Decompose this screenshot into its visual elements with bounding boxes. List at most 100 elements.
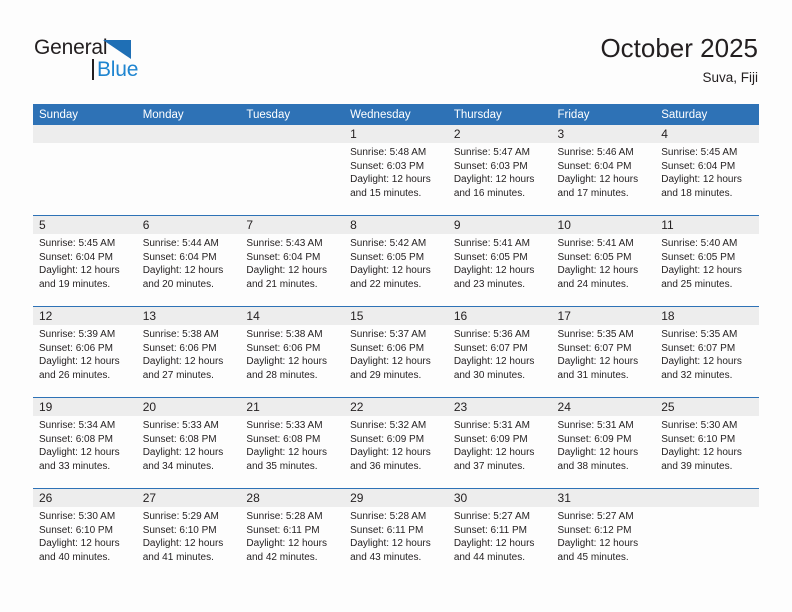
sunrise-text: Sunrise: 5:33 AM (246, 420, 323, 431)
calendar-day-cell[interactable]: 22 Sunrise: 5:32 AM Sunset: 6:09 PM Dayligh… (344, 397, 448, 489)
calendar-day-cell[interactable]: 20 Sunrise: 5:33 AM Sunset: 6:08 PM Dayligh… (136, 397, 241, 489)
sunset-text: Sunset: 6:08 PM (39, 433, 113, 445)
sunrise-text: Sunrise: 5:38 AM (246, 329, 323, 340)
sunset-text: Sunset: 6:10 PM (142, 524, 217, 536)
sunset-text: Sunset: 6:08 PM (246, 433, 321, 445)
day-number: 25 (655, 398, 759, 416)
daylight-text-line2: and 40 minutes. (39, 551, 111, 563)
sunset-text: Sunset: 6:10 PM (661, 433, 736, 445)
calendar-day-cell[interactable]: 17 Sunrise: 5:35 AM Sunset: 6:07 PM Dayligh… (551, 306, 656, 398)
sunrise-text: Sunrise: 5:35 AM (557, 329, 634, 340)
daylight-text-line2: and 16 minutes. (453, 187, 525, 199)
sunrise-text: Sunrise: 5:31 AM (453, 420, 530, 431)
calendar-day-cell[interactable]: 26 Sunrise: 5:30 AM Sunset: 6:10 PM Dayligh… (33, 488, 137, 579)
calendar-day-cell[interactable]: 28 Sunrise: 5:28 AM Sunset: 6:11 PM Dayligh… (240, 488, 345, 579)
calendar-day-cell[interactable]: 16 Sunrise: 5:36 AM Sunset: 6:07 PM Dayligh… (447, 306, 552, 398)
calendar-day-cell[interactable]: 29 Sunrise: 5:28 AM Sunset: 6:11 PM Dayligh… (344, 488, 448, 579)
calendar-day-cell[interactable]: 27 Sunrise: 5:29 AM Sunset: 6:10 PM Dayligh… (136, 488, 241, 579)
calendar-day-cell[interactable]: 1 Sunrise: 5:48 AM Sunset: 6:03 PM Daylight… (344, 125, 448, 216)
day-number: 17 (551, 307, 656, 325)
calendar-day-cell[interactable]: 3 Sunrise: 5:46 AM Sunset: 6:04 PM Daylight… (551, 125, 656, 216)
calendar-body: 1 Sunrise: 5:48 AM Sunset: 6:03 PM Daylight… (33, 125, 759, 579)
daylight-text-line1: Daylight: 12 hours (142, 356, 224, 368)
daylight-text-line1: Daylight: 12 hours (557, 356, 639, 368)
daylight-text-line2: and 38 minutes. (557, 460, 629, 472)
calendar-day-cell[interactable]: 4 Sunrise: 5:45 AM Sunset: 6:04 PM Daylight… (655, 125, 759, 216)
calendar-day-cell[interactable]: 9 Sunrise: 5:41 AM Sunset: 6:05 PM Daylight… (447, 215, 552, 307)
daylight-text-line1: Daylight: 12 hours (557, 265, 639, 277)
sunrise-text: Sunrise: 5:30 AM (39, 511, 116, 522)
calendar-day-cell[interactable]: 10 Sunrise: 5:41 AM Sunset: 6:05 PM Dayligh… (551, 215, 656, 307)
daylight-text-line2: and 35 minutes. (246, 460, 318, 472)
calendar-day-cell[interactable]: 14 Sunrise: 5:38 AM Sunset: 6:06 PM Dayligh… (240, 306, 345, 398)
calendar-day-cell[interactable]: 12 Sunrise: 5:39 AM Sunset: 6:06 PM Dayligh… (33, 306, 137, 398)
page-header: General Blue October 2025 Suva, Fiji (0, 0, 792, 100)
weekday-header-friday: Friday (551, 104, 656, 125)
day-number: 21 (240, 398, 345, 416)
calendar-day-cell[interactable]: 18 Sunrise: 5:35 AM Sunset: 6:07 PM Dayligh… (655, 306, 759, 398)
day-details: Sunrise: 5:35 AM Sunset: 6:07 PM Daylight:… (655, 325, 759, 382)
daylight-text-line1: Daylight: 12 hours (661, 265, 742, 277)
calendar-day-cell[interactable]: 31 Sunrise: 5:27 AM Sunset: 6:12 PM Dayligh… (551, 488, 656, 579)
sunrise-text: Sunrise: 5:28 AM (350, 511, 427, 522)
calendar-day-cell[interactable]: 30 Sunrise: 5:27 AM Sunset: 6:11 PM Dayligh… (447, 488, 552, 579)
sunrise-text: Sunrise: 5:44 AM (142, 238, 219, 249)
calendar-day-cell[interactable]: 6 Sunrise: 5:44 AM Sunset: 6:04 PM Daylight… (136, 215, 241, 307)
sunset-text: Sunset: 6:06 PM (39, 342, 113, 354)
calendar-day-cell[interactable]: 8 Sunrise: 5:42 AM Sunset: 6:05 PM Daylight… (344, 215, 448, 307)
daylight-text-line1: Daylight: 12 hours (453, 356, 535, 368)
day-details: Sunrise: 5:40 AM Sunset: 6:05 PM Daylight:… (655, 234, 759, 291)
day-number (240, 125, 345, 143)
day-number: 8 (344, 216, 448, 234)
day-number: 3 (551, 125, 656, 143)
daylight-text-line1: Daylight: 12 hours (453, 447, 535, 459)
calendar-day-cell[interactable]: 25 Sunrise: 5:30 AM Sunset: 6:10 PM Dayligh… (655, 397, 759, 489)
calendar-day-cell[interactable]: 23 Sunrise: 5:31 AM Sunset: 6:09 PM Dayligh… (447, 397, 552, 489)
sunrise-sunset-calendar-table: Sunday Monday Tuesday Wednesday Thursday… (33, 104, 759, 579)
day-number: 6 (136, 216, 241, 234)
calendar-day-cell[interactable]: 2 Sunrise: 5:47 AM Sunset: 6:03 PM Daylight… (447, 125, 552, 216)
calendar-day-cell[interactable]: 13 Sunrise: 5:38 AM Sunset: 6:06 PM Dayligh… (136, 306, 241, 398)
calendar-day-cell[interactable]: 19 Sunrise: 5:34 AM Sunset: 6:08 PM Dayligh… (33, 397, 137, 489)
daylight-text-line2: and 30 minutes. (453, 369, 525, 381)
daylight-text-line1: Daylight: 12 hours (39, 265, 120, 277)
calendar-day-cell[interactable]: 7 Sunrise: 5:43 AM Sunset: 6:04 PM Daylight… (240, 215, 345, 307)
weekday-header-monday: Monday (136, 104, 241, 125)
sunrise-text: Sunrise: 5:47 AM (453, 147, 530, 158)
day-details: Sunrise: 5:29 AM Sunset: 6:10 PM Daylight:… (137, 507, 241, 564)
daylight-text-line1: Daylight: 12 hours (246, 447, 328, 459)
daylight-text-line1: Daylight: 12 hours (39, 356, 120, 368)
sunrise-text: Sunrise: 5:46 AM (557, 147, 634, 158)
daylight-text-line1: Daylight: 12 hours (350, 447, 431, 459)
page-title: October 2025 (600, 33, 758, 63)
sunset-text: Sunset: 6:04 PM (557, 160, 632, 172)
weekday-header-tuesday: Tuesday (240, 104, 345, 125)
day-number: 31 (551, 489, 656, 507)
weekday-header-thursday: Thursday (447, 104, 552, 125)
day-details: Sunrise: 5:46 AM Sunset: 6:04 PM Daylight:… (552, 143, 656, 200)
calendar-day-cell[interactable]: 5 Sunrise: 5:45 AM Sunset: 6:04 PM Daylight… (33, 215, 137, 307)
calendar-day-cell[interactable]: 24 Sunrise: 5:31 AM Sunset: 6:09 PM Dayligh… (551, 397, 656, 489)
sunrise-text: Sunrise: 5:27 AM (453, 511, 530, 522)
calendar-day-cell[interactable]: 11 Sunrise: 5:40 AM Sunset: 6:05 PM Dayligh… (655, 215, 759, 307)
sunrise-text: Sunrise: 5:34 AM (39, 420, 116, 431)
day-details: Sunrise: 5:47 AM Sunset: 6:03 PM Daylight:… (448, 143, 552, 200)
day-details: Sunrise: 5:35 AM Sunset: 6:07 PM Daylight:… (552, 325, 656, 382)
calendar-day-cell[interactable]: 21 Sunrise: 5:33 AM Sunset: 6:08 PM Dayligh… (240, 397, 345, 489)
title-block: October 2025 Suva, Fiji (600, 32, 758, 88)
daylight-text-line1: Daylight: 12 hours (557, 538, 639, 550)
day-details: Sunrise: 5:27 AM Sunset: 6:11 PM Daylight:… (448, 507, 552, 564)
day-number: 28 (240, 489, 345, 507)
sunrise-text: Sunrise: 5:41 AM (557, 238, 634, 249)
daylight-text-line2: and 19 minutes. (39, 278, 111, 290)
daylight-text-line1: Daylight: 12 hours (453, 265, 535, 277)
day-number: 18 (655, 307, 759, 325)
sunset-text: Sunset: 6:06 PM (350, 342, 425, 354)
sunset-text: Sunset: 6:11 PM (453, 524, 528, 536)
day-details: Sunrise: 5:38 AM Sunset: 6:06 PM Daylight:… (240, 325, 344, 382)
calendar-day-cell[interactable]: 15 Sunrise: 5:37 AM Sunset: 6:06 PM Dayligh… (344, 306, 448, 398)
sunrise-text: Sunrise: 5:30 AM (661, 420, 738, 431)
day-number: 5 (33, 216, 137, 234)
logo-vertical-bar (92, 59, 94, 80)
general-blue-logo[interactable]: General Blue (34, 36, 164, 84)
